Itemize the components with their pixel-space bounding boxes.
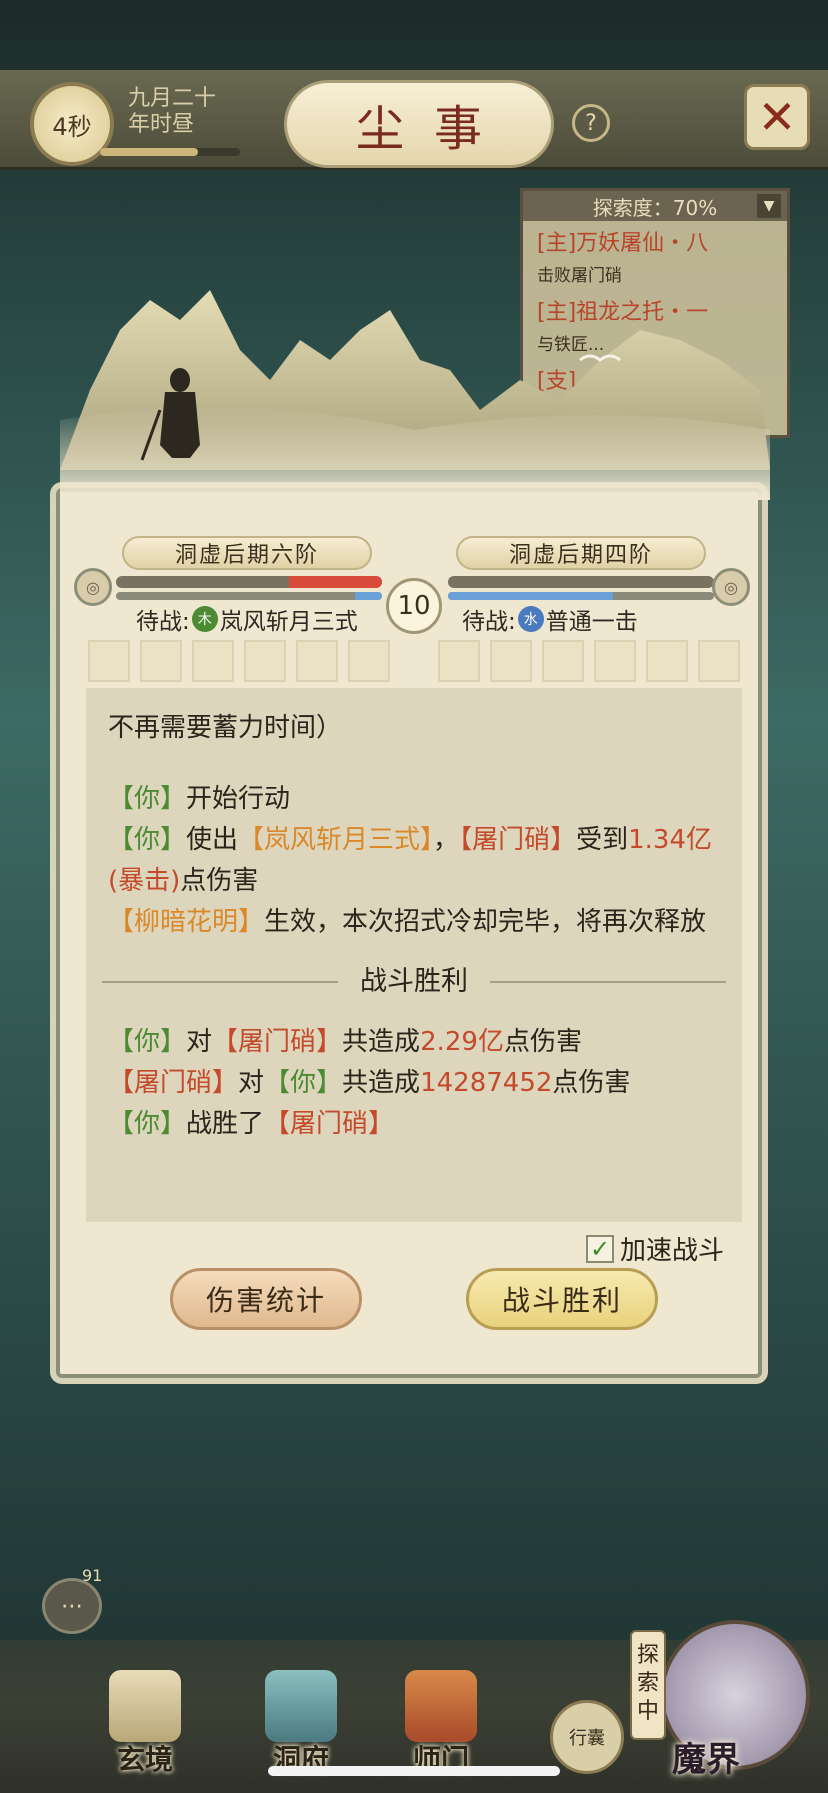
- nav-label: 玄境: [116, 1743, 173, 1776]
- mountain-scenery: [60, 290, 770, 500]
- round-counter: 10: [386, 578, 442, 634]
- player-mp-bar: [116, 592, 382, 600]
- ally-name: 【你】: [108, 784, 187, 814]
- enemy-hp-fill: [448, 576, 714, 588]
- chat-icon[interactable]: ⋯: [42, 1578, 102, 1634]
- player-buff-slots: [88, 640, 390, 682]
- date-line-2: 年时昼: [128, 112, 195, 137]
- explore-header[interactable]: 探索度：70% ▼: [523, 191, 787, 221]
- buff-slot[interactable]: [542, 640, 584, 682]
- home-indicator[interactable]: [268, 1766, 560, 1776]
- player-hp-fill: [288, 576, 382, 588]
- enemy-name: 【屠门硝】: [264, 1109, 395, 1139]
- log-line: 不再需要蓄力时间）: [108, 713, 343, 743]
- enemy-avatar-icon[interactable]: ◎: [712, 568, 750, 606]
- player-skill-name: 岚风斩月三式: [219, 609, 358, 635]
- explore-progress: 探索度：70%: [592, 195, 718, 220]
- enemy-mp-fill: [448, 592, 613, 600]
- demon-realm-label: 魔界: [672, 1740, 740, 1780]
- damage-value: 14287452: [420, 1068, 553, 1098]
- day-progress-fill: [100, 148, 198, 156]
- skill-name: 【岚风斩月三式】: [238, 825, 434, 855]
- quest-title: [主]万妖屠仙・八: [537, 231, 709, 256]
- log-line: 【你】开始行动: [108, 784, 291, 814]
- banner-icon: [405, 1670, 477, 1742]
- bag-button[interactable]: 行囊: [550, 1700, 624, 1774]
- ally-name: 【你】: [108, 1027, 187, 1057]
- summary-line: 【你】对【屠门硝】共造成2.29亿点伤害: [108, 1027, 582, 1057]
- chevron-down-icon[interactable]: ▼: [757, 194, 781, 218]
- day-progress-bar: [100, 148, 240, 156]
- summary-line: 【你】战胜了【屠门硝】: [108, 1109, 395, 1139]
- nav-dongfu[interactable]: 洞府: [246, 1670, 356, 1778]
- buff-slot[interactable]: [296, 640, 338, 682]
- player-rank: 洞虚后期六阶: [122, 536, 372, 570]
- ally-name: 【你】: [264, 1068, 343, 1098]
- ally-name: 【你】: [108, 1109, 187, 1139]
- pavilion-icon: [265, 1670, 337, 1742]
- buff-slot[interactable]: [244, 640, 286, 682]
- player-avatar-icon[interactable]: ◎: [74, 568, 112, 606]
- damage-value: 2.29亿: [420, 1027, 504, 1057]
- chat-badge: 91: [82, 1566, 103, 1585]
- log-line: 【柳暗花明】生效，本次招式冷却完毕，将再次释放: [108, 907, 707, 937]
- checkbox-icon[interactable]: ✓: [586, 1234, 614, 1263]
- summary-line: 【屠门硝】对【你】共造成14287452点伤害: [108, 1068, 631, 1098]
- player-status-label: 待战:: [136, 609, 190, 635]
- scroll-icon: [109, 1670, 181, 1742]
- date-line-1: 九月二十: [128, 86, 217, 111]
- buff-name: 【柳暗花明】: [108, 907, 265, 937]
- exploring-label: 探索中: [636, 1643, 659, 1724]
- buff-slot[interactable]: [140, 640, 182, 682]
- enemy-status-label: 待战:: [462, 609, 516, 635]
- exploring-tag: 探索中: [630, 1630, 666, 1740]
- buff-slot[interactable]: [594, 640, 636, 682]
- log-line: 【你】使出【岚风斩月三式】，【屠门硝】受到1.34亿 (暴击)点伤害: [108, 825, 712, 896]
- battle-log[interactable]: 不再需要蓄力时间） 【你】开始行动 【你】使出【岚风斩月三式】，【屠门硝】受到1…: [86, 688, 742, 1222]
- enemy-hp-bar: [448, 576, 714, 588]
- enemy-skill-name: 普通一击: [545, 609, 638, 635]
- damage-stats-button[interactable]: 伤害统计: [170, 1268, 362, 1330]
- enemy-rank: 洞虚后期四阶: [456, 536, 706, 570]
- result-label: 战斗胜利: [360, 966, 468, 997]
- speed-toggle[interactable]: ✓ 加速战斗: [586, 1230, 724, 1267]
- buff-slot[interactable]: [348, 640, 390, 682]
- help-icon[interactable]: ?: [572, 104, 610, 142]
- enemy-status: 待战: 水 普通一击: [462, 602, 638, 636]
- buff-slot[interactable]: [192, 640, 234, 682]
- ally-name: 【你】: [108, 825, 187, 855]
- enemy-name: 【屠门硝】: [108, 1068, 239, 1098]
- player-status: 待战: 木 岚风斩月三式: [136, 602, 358, 636]
- nav-xuanjing[interactable]: 玄境: [90, 1670, 200, 1778]
- player-mp-fill: [355, 592, 382, 600]
- enemy-name: 【屠门硝】: [459, 825, 577, 855]
- speed-label: 加速战斗: [620, 1236, 725, 1266]
- close-button[interactable]: ✕: [744, 84, 810, 150]
- page-title: 尘事: [284, 80, 554, 168]
- enemy-mp-bar: [448, 592, 714, 600]
- water-element-icon: 水: [517, 606, 544, 632]
- date-info: 九月二十 年时昼: [128, 86, 248, 138]
- wood-element-icon: 木: [191, 606, 218, 632]
- buff-slot[interactable]: [698, 640, 740, 682]
- enemy-buff-slots: [438, 640, 740, 682]
- buff-slot[interactable]: [88, 640, 130, 682]
- enemy-name: 【屠门硝】: [212, 1027, 343, 1057]
- buff-slot[interactable]: [490, 640, 532, 682]
- buff-slot[interactable]: [438, 640, 480, 682]
- victory-button[interactable]: 战斗胜利: [466, 1268, 658, 1330]
- player-hp-bar: [116, 576, 382, 588]
- nav-shimen[interactable]: 师门: [386, 1670, 496, 1778]
- result-divider: 战斗胜利: [102, 961, 726, 1002]
- timer-text: 4秒: [52, 112, 92, 141]
- buff-slot[interactable]: [646, 640, 688, 682]
